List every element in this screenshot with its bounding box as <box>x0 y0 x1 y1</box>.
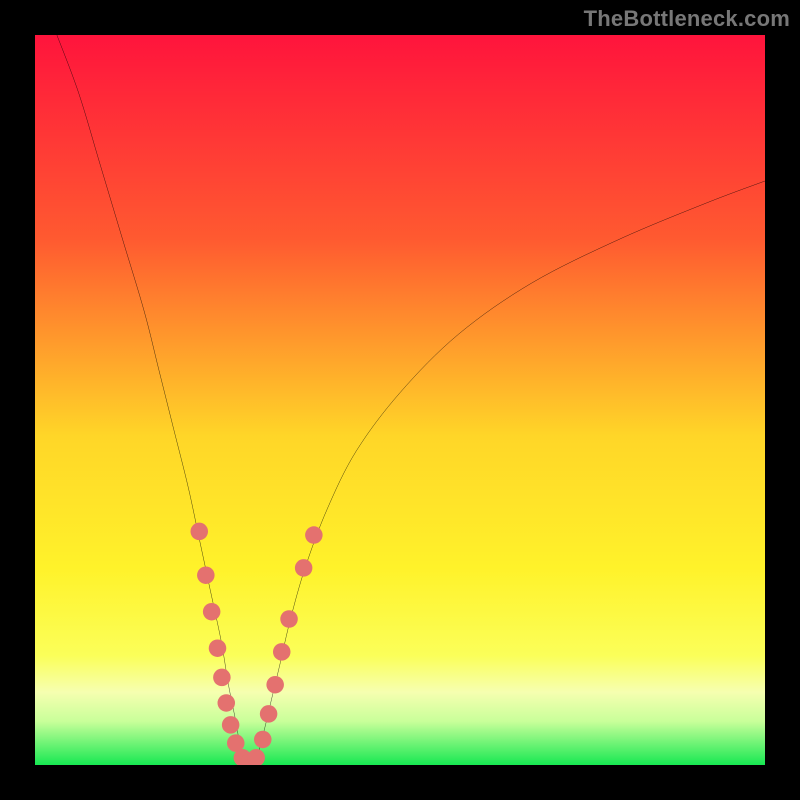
curve-path <box>57 35 765 765</box>
data-dot <box>260 705 278 723</box>
data-dot <box>266 676 284 694</box>
chart-frame: TheBottleneck.com <box>0 0 800 800</box>
data-dot <box>203 603 221 621</box>
data-dot <box>295 559 313 577</box>
data-dot <box>197 566 215 584</box>
data-dot <box>254 731 272 749</box>
plot-area <box>35 35 765 765</box>
data-dot <box>190 523 208 541</box>
data-dot <box>218 694 236 712</box>
bottleneck-curve <box>35 35 765 765</box>
data-dot <box>273 643 291 661</box>
data-dot <box>209 639 227 657</box>
watermark-text: TheBottleneck.com <box>584 6 790 32</box>
data-dot <box>213 669 231 687</box>
data-dots <box>190 523 322 765</box>
data-dot <box>247 749 265 765</box>
data-dot <box>280 610 298 628</box>
data-dot <box>305 526 323 544</box>
data-dot <box>222 716 240 734</box>
